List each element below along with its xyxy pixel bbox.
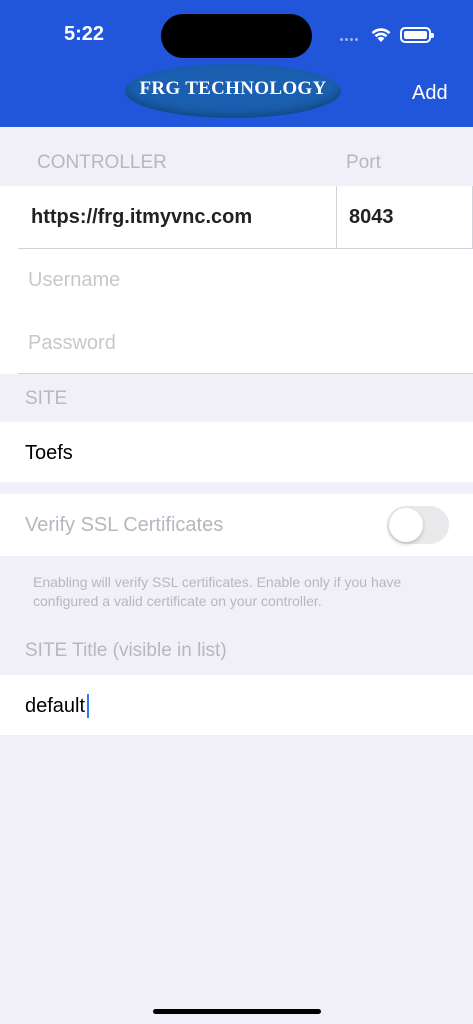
site-row[interactable]: Toefs: [0, 422, 473, 482]
home-indicator[interactable]: [153, 1009, 321, 1014]
controller-section-label: CONTROLLER: [37, 152, 167, 173]
controller-fields-group: https://frg.itmyvnc.com 8043 Username Pa…: [0, 186, 473, 374]
site-title-row[interactable]: default: [0, 675, 473, 735]
wifi-icon: [371, 28, 391, 42]
text-cursor: [87, 694, 89, 718]
logo-text: FRG TECHNOLOGY: [139, 78, 327, 99]
password-field[interactable]: Password: [28, 332, 116, 355]
ssl-label: Verify SSL Certificates: [25, 514, 224, 536]
status-time: 5:22: [64, 23, 105, 45]
dynamic-island: [161, 14, 312, 58]
username-field[interactable]: Username: [28, 269, 120, 292]
site-title-section-label: SITE Title (visible in list): [25, 640, 227, 661]
verify-ssl-toggle[interactable]: [387, 506, 449, 544]
cellular-signal-icon: [340, 38, 366, 42]
navigation-header: 5:22 FRG TECHNOLOGY Add: [0, 0, 473, 127]
site-field[interactable]: Toefs: [25, 442, 73, 465]
battery-icon: [400, 27, 434, 43]
port-field[interactable]: 8043: [349, 206, 394, 229]
port-section-label: Port: [346, 152, 381, 173]
row-divider: [18, 373, 473, 374]
brand-logo: FRG TECHNOLOGY: [125, 64, 341, 118]
toggle-knob: [389, 508, 423, 542]
site-section-label: SITE: [25, 388, 68, 409]
field-divider: [336, 186, 337, 248]
row-divider: [18, 248, 473, 249]
site-title-field[interactable]: default: [25, 695, 85, 718]
ssl-footnote: Enabling will verify SSL certificates. E…: [33, 574, 402, 609]
controller-url-field[interactable]: https://frg.itmyvnc.com: [31, 206, 252, 229]
add-button[interactable]: Add: [412, 82, 448, 105]
